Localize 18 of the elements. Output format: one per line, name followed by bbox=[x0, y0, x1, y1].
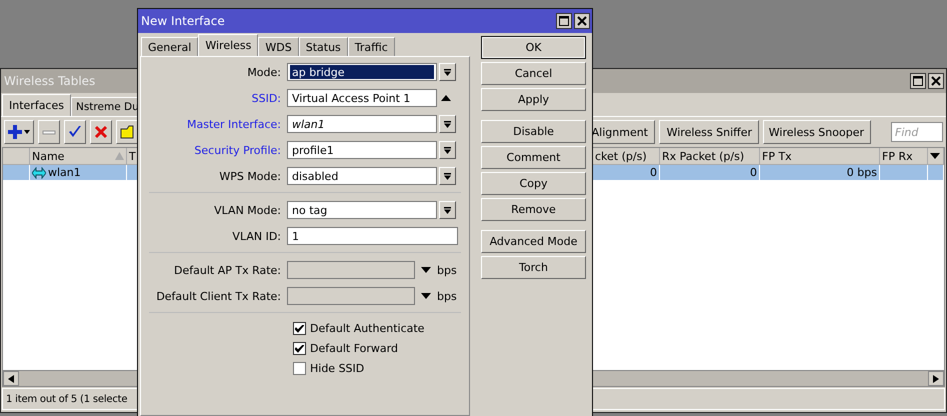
window-title: Wireless Tables bbox=[4, 74, 96, 88]
field-label: WPS Mode: bbox=[218, 170, 282, 182]
field-label: Default Client Tx Rate: bbox=[155, 290, 282, 302]
unit-label: bps bbox=[437, 264, 457, 276]
field-label: Default AP Tx Rate: bbox=[173, 264, 282, 276]
table-cell: 0 bbox=[650, 166, 657, 179]
status-text: 1 item out of 5 (1 selecte bbox=[6, 394, 128, 404]
unit-label: bps bbox=[437, 290, 457, 302]
field-label: VLAN ID: bbox=[231, 230, 282, 242]
field-label: Security Profile: bbox=[193, 144, 282, 156]
field-label: VLAN Mode: bbox=[213, 204, 282, 216]
field-label: SSID: bbox=[250, 92, 282, 104]
window-title: New Interface bbox=[141, 14, 225, 28]
table-cell: 0 bps bbox=[846, 166, 877, 179]
field-label: Master Interface: bbox=[186, 118, 282, 130]
table-cell: 0 bbox=[750, 166, 757, 179]
table-cell: wlan1 bbox=[48, 166, 81, 179]
field-label: Mode: bbox=[246, 66, 282, 78]
